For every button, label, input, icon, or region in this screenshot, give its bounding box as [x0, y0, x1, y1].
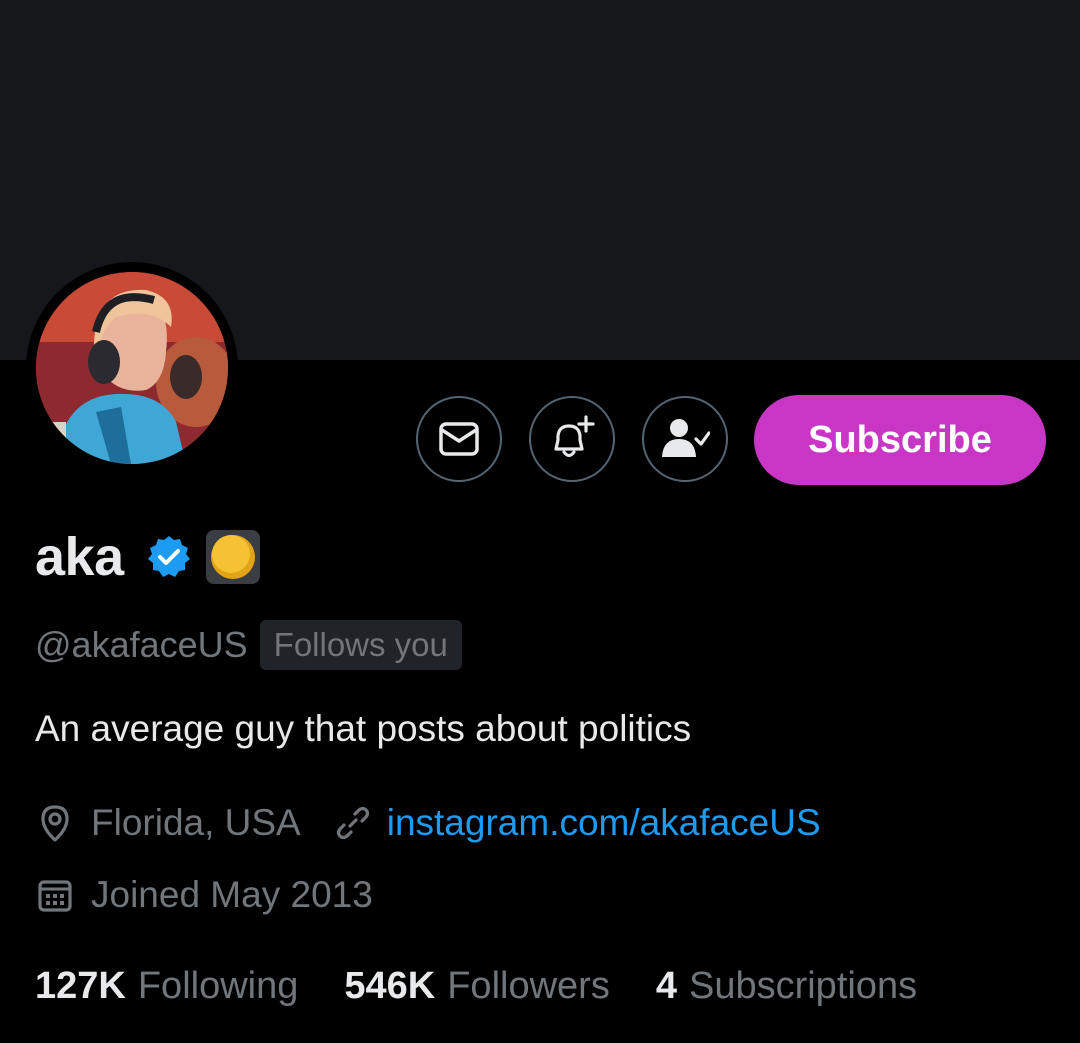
username-handle: @akafaceUS: [35, 624, 248, 665]
following-count: 127K: [35, 964, 126, 1007]
follows-you-badge: Follows you: [259, 620, 462, 670]
verified-badge-icon[interactable]: [146, 534, 192, 580]
bell-plus-icon: [547, 414, 597, 464]
profile-website-link[interactable]: instagram.com/akafaceUS: [387, 802, 821, 844]
avatar-image: [36, 272, 228, 464]
following-label: Following: [137, 964, 299, 1007]
profile-meta-row: Florida, USA instagram.com/akafaceUS: [35, 798, 821, 848]
following-button[interactable]: [642, 396, 728, 482]
joined-row: Joined May 2013: [35, 870, 373, 920]
affiliate-badge-icon[interactable]: [205, 530, 260, 584]
subscriptions-stat[interactable]: 4 Subscriptions: [656, 965, 917, 1008]
profile-location: Florida, USA: [91, 802, 301, 843]
subscriptions-count: 4: [655, 964, 677, 1007]
subscriptions-label: Subscriptions: [688, 964, 918, 1007]
notify-button[interactable]: [529, 396, 615, 482]
calendar-icon: [35, 875, 75, 915]
profile-stats: 127K Following 546K Followers 4 Subscrip…: [35, 958, 917, 1014]
subscribe-button[interactable]: Subscribe: [754, 395, 1046, 485]
followers-count: 546K: [344, 964, 436, 1007]
following-stat[interactable]: 127K Following: [35, 965, 298, 1008]
envelope-icon: [437, 417, 481, 461]
person-check-icon: [660, 417, 710, 461]
followers-label: Followers: [447, 964, 610, 1007]
handle-row: @akafaceUS Follows you: [35, 620, 462, 670]
display-name: aka: [35, 527, 124, 587]
profile-page: Subscribe aka @akafaceUS Follows you An …: [0, 0, 1080, 1043]
profile-bio: An average guy that posts about politics: [35, 708, 692, 749]
link-icon: [333, 803, 373, 843]
name-row: aka: [35, 522, 260, 592]
location-pin-icon: [35, 803, 75, 843]
followers-stat[interactable]: 546K Followers: [344, 965, 609, 1008]
avatar[interactable]: [26, 262, 238, 474]
message-button[interactable]: [416, 396, 502, 482]
joined-date: Joined May 2013: [91, 874, 373, 915]
